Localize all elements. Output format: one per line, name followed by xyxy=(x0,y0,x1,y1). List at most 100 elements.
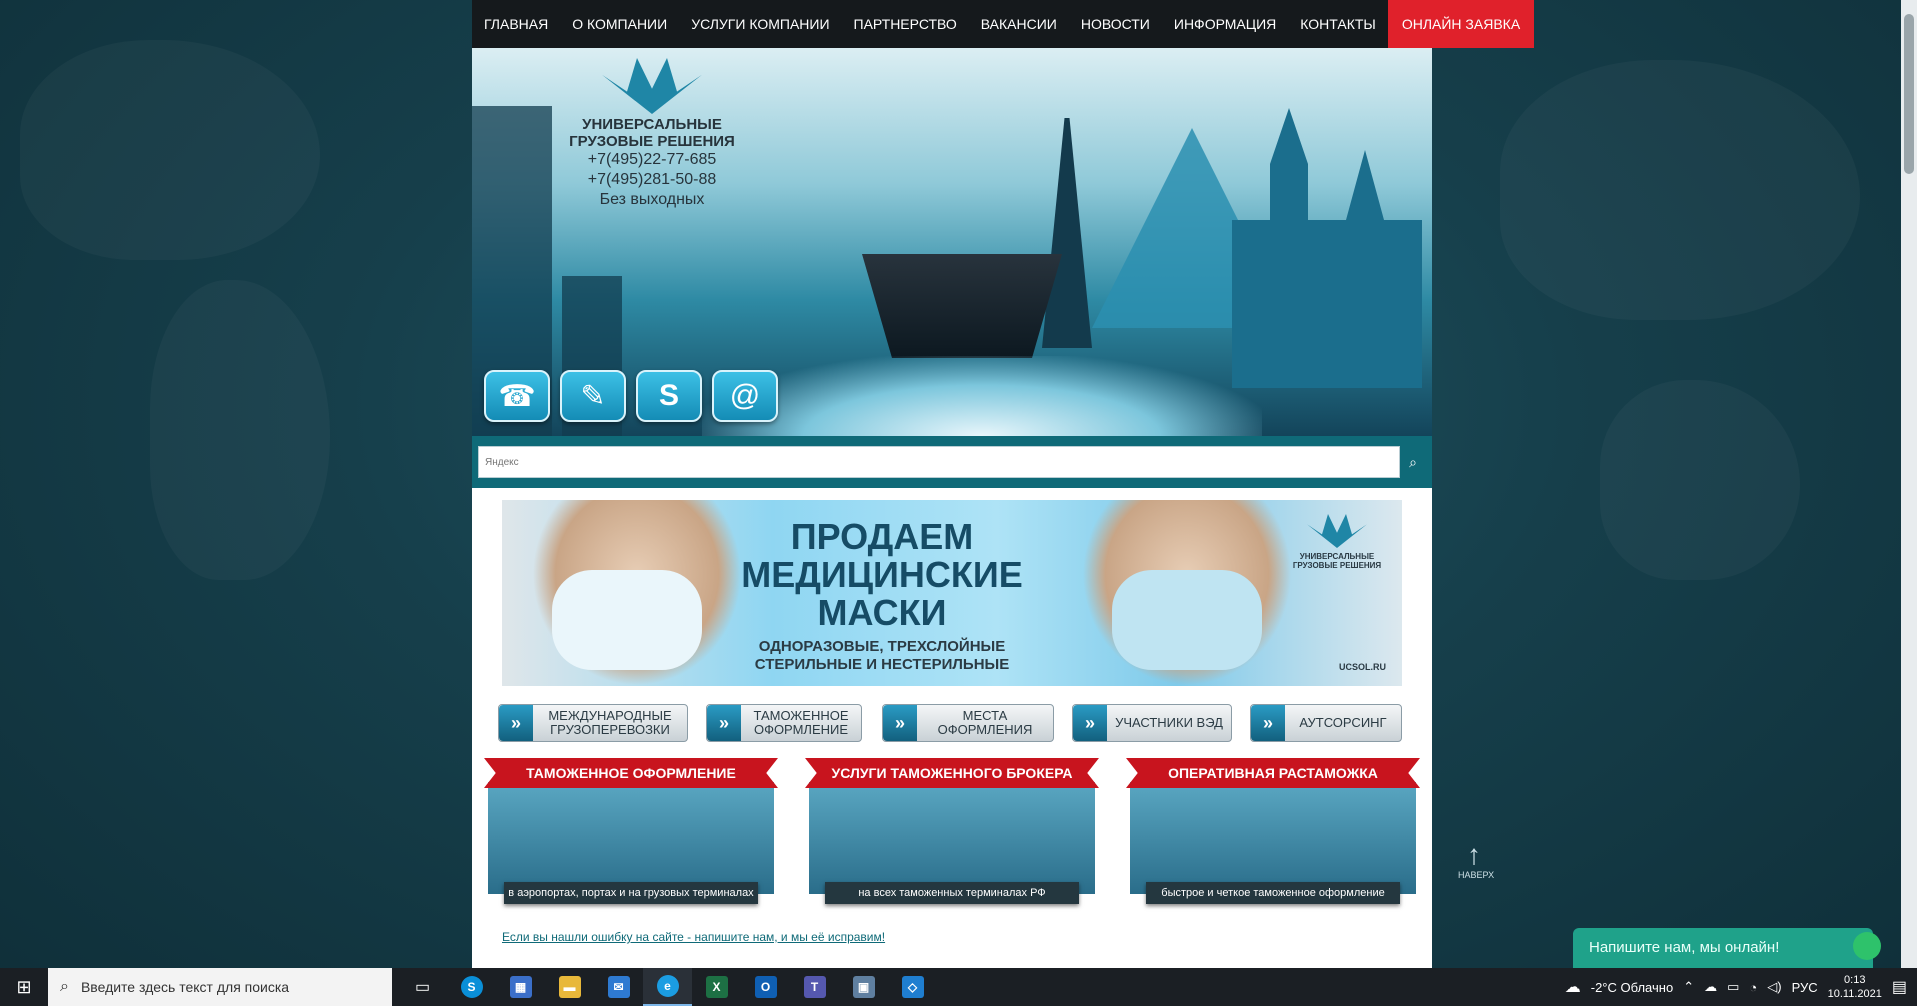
banner-site: UCSOL.RU xyxy=(1339,662,1386,672)
phone-number-2: +7(495)281-50-88 xyxy=(587,171,717,188)
search-input[interactable] xyxy=(478,446,1400,478)
scrollbar-thumb[interactable] xyxy=(1904,14,1914,174)
nav-item-news[interactable]: НОВОСТИ xyxy=(1069,0,1162,48)
card-image xyxy=(1130,782,1416,894)
scroll-to-top-label: НАВЕРХ xyxy=(1458,870,1495,880)
subnav-outsourcing[interactable]: » АУТСОРСИНГ xyxy=(1250,704,1402,742)
subnav-label: МЕСТА ОФОРМЛЕНИЯ xyxy=(917,709,1053,737)
notifications-icon[interactable]: ▤ xyxy=(1892,977,1907,997)
store-app-icon[interactable]: ▦ xyxy=(496,968,545,1006)
nav-item-contacts[interactable]: КОНТАКТЫ xyxy=(1288,0,1388,48)
card-image xyxy=(809,782,1095,894)
card-title: ТАМОЖЕННОЕ ОФОРМЛЕНИЕ xyxy=(484,758,778,788)
taskbar-search-box[interactable]: ⌕ Введите здесь текст для поиска xyxy=(48,968,392,1006)
mail-app-icon[interactable]: ✉ xyxy=(594,968,643,1006)
weather-cloud-icon[interactable]: ☁ xyxy=(1565,977,1581,997)
card-fast-clearance[interactable]: ОПЕРАТИВНАЯ РАСТАМОЖКА быстрое и четкое … xyxy=(1126,758,1420,908)
subnav-label-line: ТАМОЖЕННОЕ xyxy=(753,708,849,723)
card-broker-services[interactable]: УСЛУГИ ТАМОЖЕННОГО БРОКЕРА на всех тамож… xyxy=(805,758,1099,908)
subnav-label-line: МЕСТА xyxy=(962,708,1008,723)
nav-item-services[interactable]: УСЛУГИ КОМПАНИИ xyxy=(679,0,841,48)
card-title: УСЛУГИ ТАМОЖЕННОГО БРОКЕРА xyxy=(805,758,1099,788)
windows-start-icon[interactable]: ⊞ xyxy=(0,968,48,1006)
volume-icon[interactable]: ◁) xyxy=(1767,979,1781,995)
subnav-customs-clearance[interactable]: » ТАМОЖЕННОЕ ОФОРМЛЕНИЕ xyxy=(706,704,862,742)
search-icon[interactable]: ⌕ xyxy=(1400,446,1426,478)
wifi-icon[interactable]: ◔ xyxy=(1749,980,1757,995)
report-error-link[interactable]: Если вы нашли ошибку на сайте - напишите… xyxy=(502,930,885,944)
subnav-clearance-locations[interactable]: » МЕСТА ОФОРМЛЕНИЯ xyxy=(882,704,1054,742)
subnav-label-line: ГРУЗОПЕРЕВОЗКИ xyxy=(550,722,670,737)
double-chevron-icon: » xyxy=(1251,705,1285,741)
excel-app-icon[interactable]: X xyxy=(692,968,741,1006)
subnav-label-line: АУТСОРСИНГ xyxy=(1299,715,1387,730)
file-explorer-icon[interactable]: ▬ xyxy=(545,968,594,1006)
chevron-up-icon[interactable]: ⌃ xyxy=(1683,979,1694,995)
page-scrollbar[interactable] xyxy=(1901,0,1917,968)
system-tray: ☁ -2°C Облачно ⌃ ☁ ▭ ◔ ◁) РУС 0:13 10.11… xyxy=(1565,973,1917,1001)
nav-item-vacancies[interactable]: ВАКАНСИИ xyxy=(969,0,1069,48)
company-logo[interactable]: УНИВЕРСАЛЬНЫЕ ГРУЗОВЫЕ РЕШЕНИЯ +7(495)22… xyxy=(562,58,742,210)
outlook-app-icon[interactable]: O xyxy=(741,968,790,1006)
banner-title: ПРОДАЕМ МЕДИЦИНСКИЕ МАСКИ xyxy=(722,518,1042,632)
background-map-shape xyxy=(1600,380,1800,580)
background-map-shape xyxy=(150,280,330,580)
services-subnav: » МЕЖДУНАРОДНЫЕ ГРУЗОПЕРЕВОЗКИ » ТАМОЖЕНН… xyxy=(472,698,1432,758)
card-caption: в аэропортах, портах и на грузовых терми… xyxy=(504,882,758,904)
nav-item-about[interactable]: О КОМПАНИИ xyxy=(560,0,679,48)
subnav-label-line: ОФОРМЛЕНИЯ xyxy=(937,722,1033,737)
banner-logo-line: УНИВЕРСАЛЬНЫЕ xyxy=(1299,552,1375,561)
weather-text[interactable]: -2°C Облачно xyxy=(1591,980,1673,995)
live-chat-widget[interactable]: Напишите нам, мы онлайн! xyxy=(1573,928,1881,968)
subnav-ved-participants[interactable]: » УЧАСТНИКИ ВЭД xyxy=(1072,704,1232,742)
arrow-up-icon: ↑ xyxy=(1467,839,1481,870)
banner-logo-line: ГРУЗОВЫЕ РЕШЕНИЯ xyxy=(1292,561,1382,570)
clock-date: 10.11.2021 xyxy=(1827,988,1882,1000)
form-icon[interactable]: ✎ xyxy=(560,370,626,422)
subnav-international-freight[interactable]: » МЕЖДУНАРОДНЫЕ ГРУЗОПЕРЕВОЗКИ xyxy=(498,704,688,742)
hero-wave xyxy=(702,356,1262,436)
hero-eiffel-tower xyxy=(1042,118,1092,348)
subnav-label: УЧАСТНИКИ ВЭД xyxy=(1107,716,1231,730)
banner-title-line: ПРОДАЕМ xyxy=(790,516,974,557)
subnav-label: МЕЖДУНАРОДНЫЕ ГРУЗОПЕРЕВОЗКИ xyxy=(533,709,687,737)
nav-item-information[interactable]: ИНФОРМАЦИЯ xyxy=(1162,0,1288,48)
promo-banner[interactable]: ПРОДАЕМ МЕДИЦИНСКИЕ МАСКИ ОДНОРАЗОВЫЕ, Т… xyxy=(502,500,1402,686)
hero-cargo-ship xyxy=(862,254,1062,358)
contact-icon-bar: ☎ ✎ S @ xyxy=(484,370,778,422)
skype-icon[interactable]: S xyxy=(636,370,702,422)
email-icon[interactable]: @ xyxy=(712,370,778,422)
taskbar-apps: ▭ S ▦ ▬ ✉ e X O T ▣ ◇ xyxy=(398,968,937,1006)
edge-browser-icon[interactable]: e xyxy=(643,968,692,1006)
onedrive-icon[interactable]: ☁ xyxy=(1704,979,1717,995)
banner-mask-image xyxy=(552,570,702,670)
scroll-to-top-button[interactable]: ↑ НАВЕРХ xyxy=(1458,839,1495,881)
remote-desktop-icon[interactable]: ▣ xyxy=(839,968,888,1006)
working-hours: Без выходных xyxy=(599,191,705,208)
task-view-icon[interactable]: ▭ xyxy=(398,968,447,1006)
phone-icon[interactable]: ☎ xyxy=(484,370,550,422)
nav-item-home[interactable]: ГЛАВНАЯ xyxy=(472,0,560,48)
hero-kremlin xyxy=(1232,108,1422,388)
skype-app-icon[interactable]: S xyxy=(447,968,496,1006)
teams-app-icon[interactable]: T xyxy=(790,968,839,1006)
card-customs-clearance[interactable]: ТАМОЖЕННОЕ ОФОРМЛЕНИЕ в аэропортах, порт… xyxy=(484,758,778,908)
online-request-button[interactable]: ОНЛАЙН ЗАЯВКА xyxy=(1387,0,1535,48)
language-indicator[interactable]: РУС xyxy=(1792,980,1818,995)
vscode-app-icon[interactable]: ◇ xyxy=(888,968,937,1006)
battery-icon[interactable]: ▭ xyxy=(1727,979,1739,995)
crown-logo-icon xyxy=(1307,514,1367,548)
banner-subtitle-line: ОДНОРАЗОВЫЕ, ТРЕХСЛОЙНЫЕ xyxy=(758,638,1006,655)
card-caption: быстрое и четкое таможенное оформление xyxy=(1146,882,1400,904)
banner-title-line: МАСКИ xyxy=(817,592,947,633)
windows-taskbar: ⊞ ⌕ Введите здесь текст для поиска ▭ S ▦… xyxy=(0,968,1917,1006)
banner-subtitle-line: СТЕРИЛЬНЫЕ И НЕСТЕРИЛЬНЫЕ xyxy=(754,656,1010,673)
chat-status-icon xyxy=(1853,932,1881,960)
top-navigation: ГЛАВНАЯ О КОМПАНИИ УСЛУГИ КОМПАНИИ ПАРТН… xyxy=(472,0,1535,48)
double-chevron-icon: » xyxy=(1073,705,1107,741)
service-cards: ТАМОЖЕННОЕ ОФОРМЛЕНИЕ в аэропортах, порт… xyxy=(472,758,1432,908)
search-bar: ⌕ xyxy=(472,436,1432,488)
subnav-label-line: УЧАСТНИКИ ВЭД xyxy=(1115,715,1223,730)
nav-item-partnership[interactable]: ПАРТНЕРСТВО xyxy=(842,0,969,48)
taskbar-clock[interactable]: 0:13 10.11.2021 xyxy=(1828,973,1882,1001)
